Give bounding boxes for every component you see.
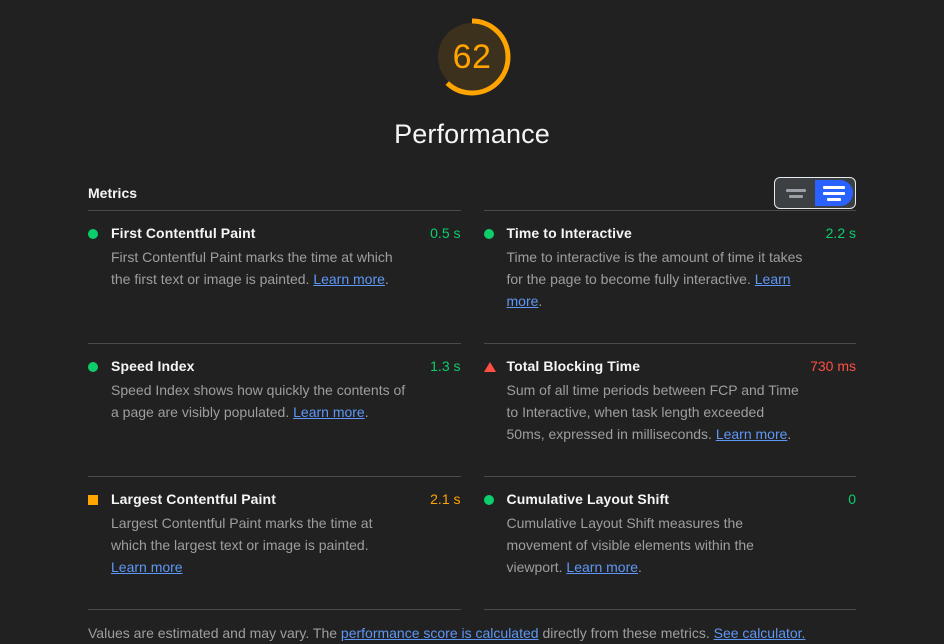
metrics-heading: Metrics	[88, 185, 138, 201]
performance-score-gauge[interactable]: 62	[428, 13, 516, 101]
metric-icon-slot	[483, 495, 507, 505]
metric-title-row: Cumulative Layout Shift 0	[483, 491, 856, 507]
metric-value: 2.2 s	[825, 225, 856, 241]
metric-description-suffix: .	[787, 426, 792, 442]
metrics-grid: First Contentful Paint 0.5 s First Content…	[88, 210, 856, 609]
toggle-line-icon	[827, 197, 841, 201]
metric-description-suffix: .	[538, 293, 543, 309]
metric-description: Largest Contentful Paint marks the time …	[111, 512, 407, 578]
metric-icon-slot	[483, 229, 507, 239]
metric-description: Speed Index shows how quickly the conten…	[111, 379, 407, 423]
detailed-view-toggle[interactable]	[815, 180, 853, 206]
metric-name: Largest Contentful Paint	[111, 491, 276, 507]
metric-icon-slot	[88, 495, 111, 505]
metrics-view-toggle[interactable]	[774, 177, 856, 209]
metric-description-text: Largest Contentful Paint marks the time …	[111, 515, 373, 553]
footer-text-middle: directly from these metrics.	[538, 625, 714, 641]
footer-text-before: Values are estimated and may vary. The	[88, 625, 341, 641]
metric-item[interactable]: Largest Contentful Paint 2.1 s Largest Con…	[88, 476, 461, 609]
metric-name: Total Blocking Time	[506, 358, 641, 374]
metric-description-suffix: .	[638, 559, 642, 575]
metric-icon-slot	[88, 362, 111, 372]
metric-item[interactable]: Total Blocking Time 730 ms Sum of all time…	[483, 343, 856, 476]
metric-value: 0	[848, 491, 856, 507]
metric-title-row: First Contentful Paint 0.5 s	[88, 225, 461, 241]
metric-name: First Contentful Paint	[111, 225, 256, 241]
circle-icon	[483, 495, 494, 505]
triangle-icon	[483, 362, 496, 372]
learn-more-link[interactable]: Learn more	[293, 404, 365, 420]
toggle-line-icon	[823, 191, 845, 195]
learn-more-link[interactable]: Learn more	[716, 426, 788, 442]
gauge-score-value: 62	[452, 38, 492, 76]
circle-icon	[88, 229, 98, 239]
metric-icon-slot	[483, 362, 507, 372]
footer-disclaimer: Values are estimated and may vary. The p…	[88, 610, 856, 643]
metric-value: 730 ms	[810, 358, 856, 374]
square-icon	[88, 495, 98, 505]
metric-title-row: Time to Interactive 2.2 s	[483, 225, 856, 241]
metric-title-row: Total Blocking Time 730 ms	[483, 358, 856, 374]
learn-more-link[interactable]: Learn more	[566, 559, 638, 575]
learn-more-link[interactable]: Learn more	[111, 559, 183, 575]
metric-description: Time to interactive is the amount of tim…	[507, 246, 803, 312]
metric-value: 1.3 s	[430, 358, 461, 374]
metric-icon-slot	[88, 229, 111, 239]
toggle-line-icon	[789, 194, 803, 198]
metric-description: Cumulative Layout Shift measures the mov…	[507, 512, 803, 578]
metric-name: Time to Interactive	[506, 225, 632, 241]
metric-name: Speed Index	[111, 358, 195, 374]
metrics-section: Metrics First Contentful Paint 0.5 s First…	[88, 176, 856, 609]
metric-name: Cumulative Layout Shift	[506, 491, 670, 507]
circle-icon	[88, 362, 98, 372]
toggle-line-icon	[786, 188, 806, 192]
page-title: Performance	[394, 119, 550, 149]
simple-view-toggle[interactable]	[777, 180, 815, 206]
metric-value: 0.5 s	[430, 225, 461, 241]
metric-item[interactable]: Cumulative Layout Shift 0 Cumulative Layou…	[483, 476, 856, 609]
metrics-footer: Values are estimated and may vary. The p…	[88, 609, 856, 643]
performance-score-calculated-link[interactable]: performance score is calculated	[341, 625, 539, 641]
metric-description-suffix: .	[364, 404, 369, 420]
metric-value: 2.1 s	[430, 491, 461, 507]
toggle-line-icon	[823, 185, 845, 189]
metric-description: Sum of all time periods between FCP and …	[507, 379, 803, 445]
metrics-header: Metrics	[88, 176, 856, 210]
metric-item[interactable]: Speed Index 1.3 s Speed Index shows how qu…	[88, 343, 461, 476]
metric-description: First Contentful Paint marks the time at…	[111, 246, 407, 290]
metric-title-row: Speed Index 1.3 s	[88, 358, 461, 374]
metric-description-suffix: .	[384, 271, 389, 287]
see-calculator-link[interactable]: See calculator.	[714, 625, 806, 641]
circle-icon	[483, 229, 494, 239]
metric-title-row: Largest Contentful Paint 2.1 s	[88, 491, 461, 507]
learn-more-link[interactable]: Learn more	[313, 271, 385, 287]
score-header: 62 Performance	[0, 0, 944, 150]
metric-item[interactable]: First Contentful Paint 0.5 s First Content…	[88, 210, 461, 343]
metric-item[interactable]: Time to Interactive 2.2 s Time to interact…	[483, 210, 856, 343]
